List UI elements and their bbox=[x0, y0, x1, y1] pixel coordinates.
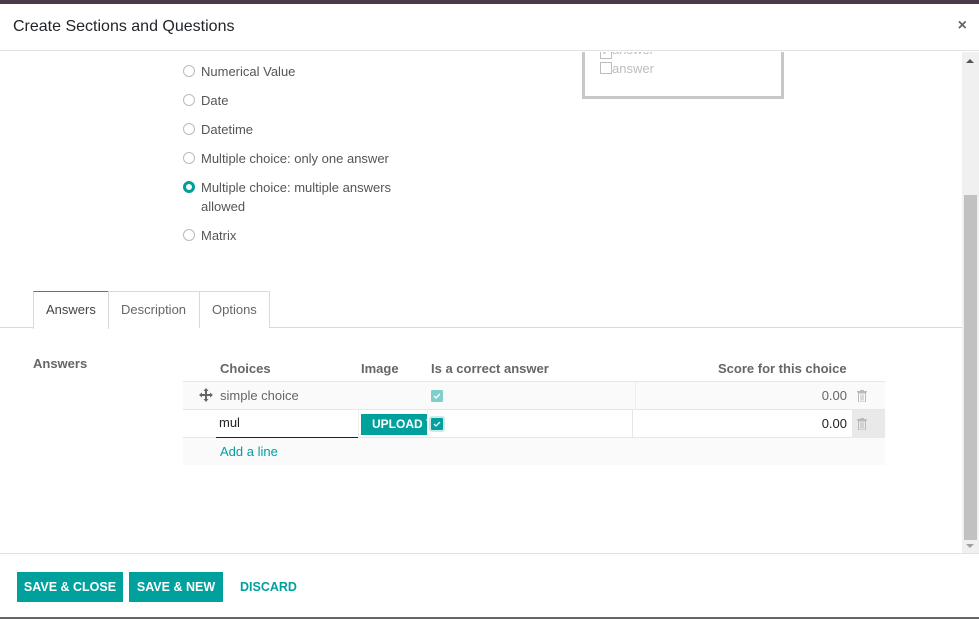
preview-line-checked: ✓answer bbox=[600, 52, 654, 59]
tab-answers[interactable]: Answers bbox=[33, 291, 109, 329]
score-value[interactable]: 0.00 bbox=[635, 382, 849, 410]
answers-section-label: Answers bbox=[33, 356, 88, 371]
radio-button[interactable] bbox=[183, 123, 195, 135]
radio-datetime[interactable]: Datetime bbox=[183, 120, 413, 139]
scroll-down-arrow-icon[interactable] bbox=[966, 544, 974, 548]
radio-button-selected[interactable] bbox=[183, 181, 195, 193]
dialog-header: Create Sections and Questions × bbox=[0, 4, 979, 51]
radio-button[interactable] bbox=[183, 65, 195, 77]
column-header-score[interactable]: Score for this choice bbox=[718, 361, 847, 376]
vertical-scrollbar[interactable] bbox=[962, 52, 979, 554]
question-tabs: Answers Description Options bbox=[0, 291, 962, 329]
radio-multiple-choice-multiple[interactable]: Multiple choice: multiple answers allowe… bbox=[183, 178, 413, 216]
radio-label: Numerical Value bbox=[201, 64, 296, 79]
answers-table: Choices Image Is a correct answer Score … bbox=[183, 352, 885, 465]
table-row-editing[interactable]: mul UPLOAD YOUR FILE 0.00 bbox=[183, 410, 885, 438]
checkbox-empty-icon bbox=[600, 62, 612, 74]
choice-input[interactable]: mul bbox=[216, 410, 358, 438]
cell-divider bbox=[427, 410, 428, 438]
radio-button[interactable] bbox=[183, 229, 195, 241]
correct-answer-checkbox[interactable] bbox=[431, 390, 443, 402]
trash-icon[interactable] bbox=[857, 418, 867, 430]
scroll-up-arrow-icon[interactable] bbox=[966, 59, 974, 63]
upload-file-button[interactable]: UPLOAD YOUR FILE bbox=[361, 414, 427, 435]
drag-handle-icon[interactable] bbox=[199, 388, 213, 402]
dialog-footer: SAVE & CLOSE SAVE & NEW DISCARD bbox=[0, 553, 979, 619]
column-header-choices[interactable]: Choices bbox=[220, 361, 271, 376]
column-header-image[interactable]: Image bbox=[361, 361, 399, 376]
radio-button[interactable] bbox=[183, 94, 195, 106]
table-header: Choices Image Is a correct answer Score … bbox=[183, 352, 885, 382]
radio-label: Multiple choice: multiple answers allowe… bbox=[201, 180, 392, 214]
radio-multiple-choice-one[interactable]: Multiple choice: only one answer bbox=[183, 149, 413, 168]
question-type-radio-group: Numerical Value Date Datetime Multiple c… bbox=[183, 62, 413, 255]
save-close-button[interactable]: SAVE & CLOSE bbox=[17, 572, 123, 602]
radio-label: Date bbox=[201, 93, 229, 108]
dialog-title: Create Sections and Questions bbox=[13, 18, 235, 35]
dialog-body: Numerical Value Date Datetime Multiple c… bbox=[0, 52, 962, 554]
correct-answer-checkbox[interactable] bbox=[431, 418, 443, 430]
radio-label: Matrix bbox=[201, 228, 237, 243]
preview-label: answer bbox=[612, 52, 654, 57]
cell-divider bbox=[358, 410, 359, 438]
add-a-line-link[interactable]: Add a line bbox=[220, 444, 278, 459]
question-type-preview: ✓answer answer bbox=[582, 52, 784, 99]
radio-label: Multiple choice: only one answer bbox=[201, 151, 389, 166]
table-row[interactable]: simple choice 0.00 bbox=[183, 382, 885, 410]
scrollbar-thumb[interactable] bbox=[964, 195, 977, 540]
radio-date[interactable]: Date bbox=[183, 91, 413, 110]
trash-icon[interactable] bbox=[857, 390, 867, 402]
radio-label: Datetime bbox=[201, 122, 254, 137]
save-new-button[interactable]: SAVE & NEW bbox=[129, 572, 223, 602]
tab-options[interactable]: Options bbox=[199, 291, 270, 328]
checkbox-checked-icon: ✓ bbox=[600, 52, 612, 59]
radio-numerical-value[interactable]: Numerical Value bbox=[183, 62, 413, 81]
discard-button[interactable]: DISCARD bbox=[240, 572, 297, 602]
column-header-correct[interactable]: Is a correct answer bbox=[431, 361, 549, 376]
choice-text[interactable]: simple choice bbox=[220, 382, 299, 410]
create-sections-questions-dialog: Create Sections and Questions × Numerica… bbox=[0, 4, 979, 619]
close-icon[interactable]: × bbox=[958, 17, 967, 35]
preview-label: answer bbox=[612, 61, 654, 76]
radio-button[interactable] bbox=[183, 152, 195, 164]
radio-matrix[interactable]: Matrix bbox=[183, 226, 413, 245]
add-line-row: Add a line bbox=[183, 438, 885, 465]
score-input[interactable]: 0.00 bbox=[632, 410, 849, 438]
tab-description[interactable]: Description bbox=[108, 291, 200, 328]
preview-line-unchecked: answer bbox=[600, 61, 654, 76]
